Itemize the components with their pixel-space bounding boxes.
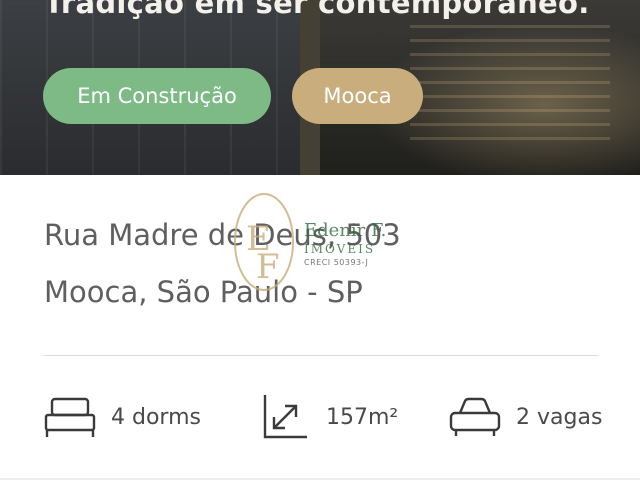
bedrooms-label: 4 dorms <box>111 404 201 430</box>
parking-label: 2 vagas <box>516 404 603 430</box>
feature-parking: 2 vagas <box>448 392 602 442</box>
watermark-name: Edenir F. <box>304 220 387 241</box>
hero-banner: Tradição em ser contemporâneo. Em Constr… <box>0 0 640 175</box>
watermark-monogram-icon: E F <box>234 193 294 291</box>
watermark-creci: CRECI 50393-J <box>304 258 369 267</box>
hero-windows-decoration <box>410 20 610 140</box>
hero-title: Tradição em ser contemporâneo. <box>44 0 590 20</box>
feature-area: 157m² <box>262 392 398 442</box>
district-badge[interactable]: Mooca <box>292 68 423 124</box>
section-divider <box>43 355 598 356</box>
bed-icon <box>44 397 96 437</box>
feature-bedrooms: 4 dorms <box>43 392 201 442</box>
watermark-subtitle: IMÓVEIS <box>304 242 376 256</box>
svg-text:F: F <box>256 247 280 287</box>
car-icon <box>449 397 501 436</box>
watermark-logo: E F Edenir F. IMÓVEIS CRECI 50393-J <box>232 190 402 300</box>
expand-arrow-icon <box>263 395 307 439</box>
status-badge[interactable]: Em Construção <box>43 68 271 124</box>
area-label: 157m² <box>326 404 399 430</box>
